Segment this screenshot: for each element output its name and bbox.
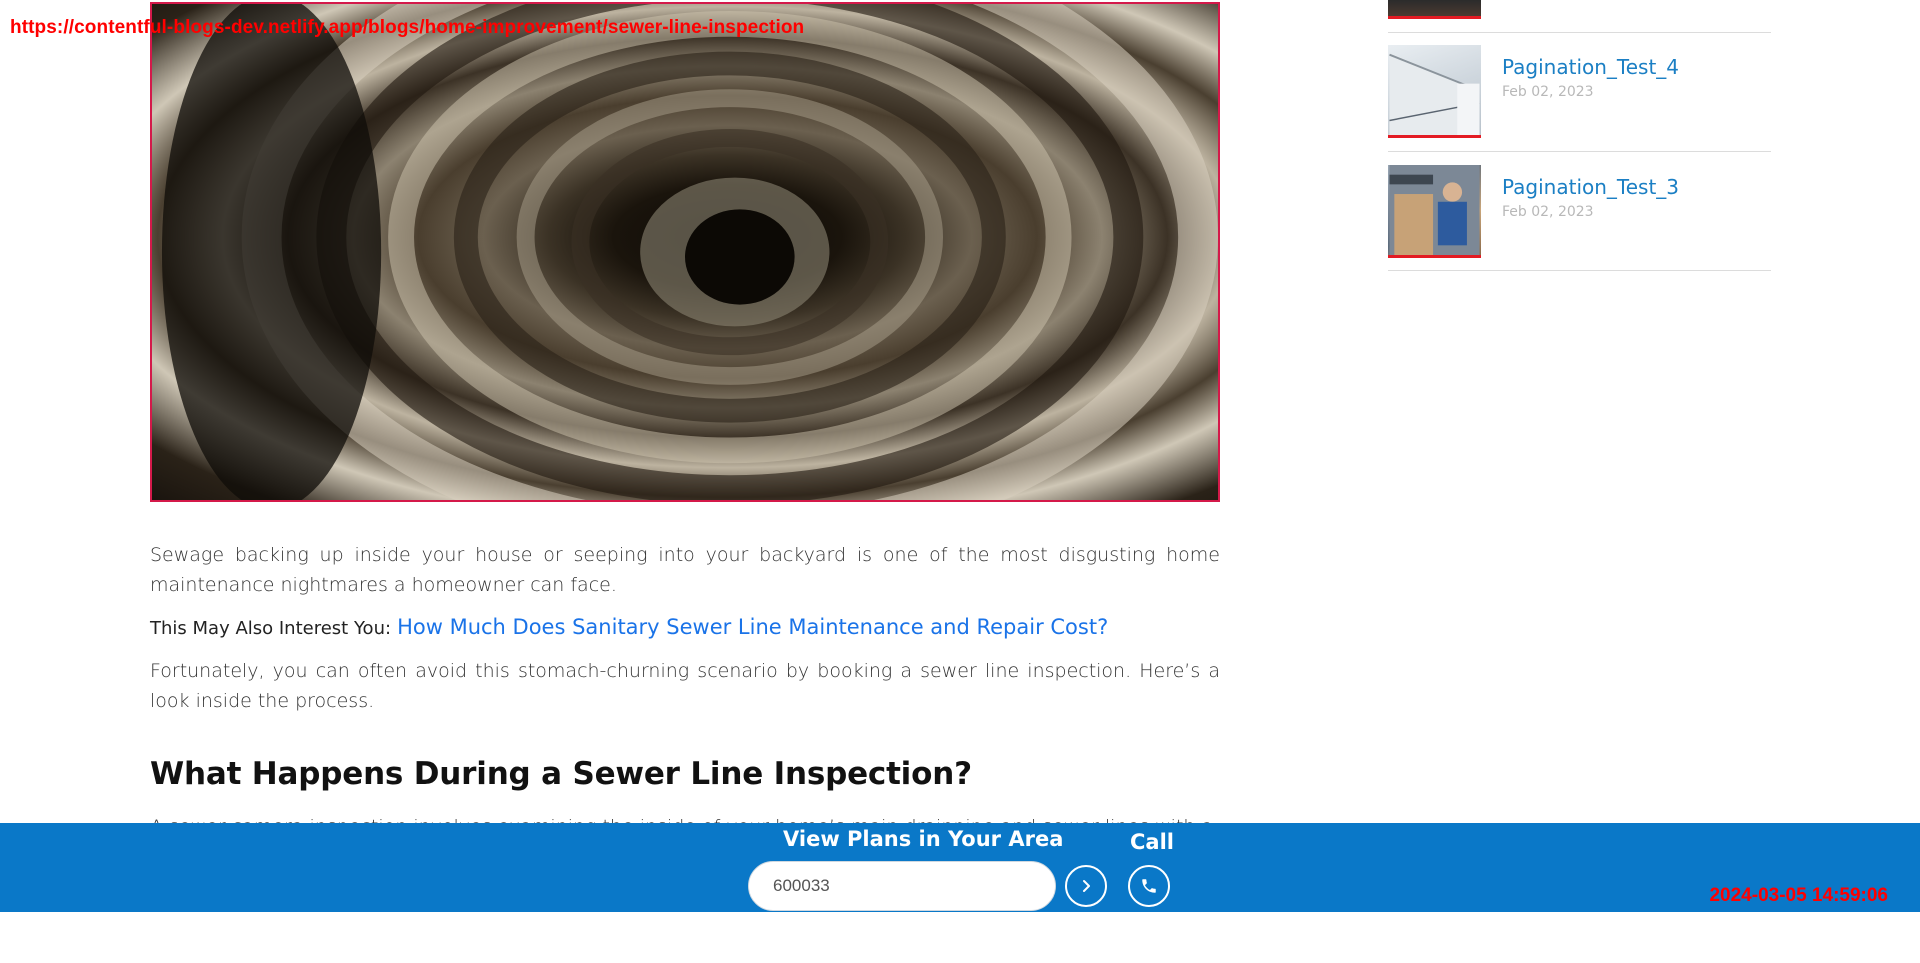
timestamp-overlay: 2024-03-05 14:59:06 bbox=[1709, 885, 1888, 906]
sidebar-divider bbox=[1388, 32, 1771, 33]
sidebar-thumbnail[interactable] bbox=[1388, 45, 1481, 138]
sidebar-item-date: Feb 02, 2023 bbox=[1502, 84, 1594, 100]
roof-image bbox=[1389, 52, 1480, 135]
call-button[interactable] bbox=[1128, 865, 1170, 907]
related-article-link[interactable]: How Much Does Sanitary Sewer Line Mainte… bbox=[397, 615, 1108, 639]
zip-code-input[interactable] bbox=[748, 861, 1056, 911]
sidebar-item-pagination-test-3[interactable]: Pagination_Test_3 Feb 02, 2023 bbox=[1388, 165, 1771, 261]
view-plans-title: View Plans in Your Area bbox=[783, 827, 1064, 851]
sidebar-thumbnail-partial[interactable] bbox=[1388, 0, 1481, 19]
view-plans-bar: View Plans in Your Area Call bbox=[0, 823, 1920, 912]
sidebar-item-pagination-test-4[interactable]: Pagination_Test_4 Feb 02, 2023 bbox=[1388, 45, 1771, 141]
section-heading: What Happens During a Sewer Line Inspect… bbox=[150, 756, 972, 792]
sewer-pipe-image bbox=[161, 4, 1218, 500]
sidebar-item-title[interactable]: Pagination_Test_4 bbox=[1502, 55, 1679, 79]
hero-image bbox=[150, 2, 1220, 502]
chevron-right-icon bbox=[1083, 880, 1090, 892]
intro-paragraph: Sewage backing up inside your house or s… bbox=[150, 544, 1220, 596]
article: Sewage backing up inside your house or s… bbox=[150, 0, 1220, 842]
worker-image bbox=[1389, 165, 1480, 255]
related-label: This May Also Interest You: bbox=[150, 618, 392, 639]
url-overlay: https://contentful-blogs-dev.netlify.app… bbox=[10, 17, 805, 38]
sidebar-item-title[interactable]: Pagination_Test_3 bbox=[1502, 175, 1679, 199]
sidebar-divider bbox=[1388, 270, 1771, 271]
view-plans-go-button[interactable] bbox=[1065, 865, 1107, 907]
second-paragraph: Fortunately, you can often avoid this st… bbox=[150, 660, 1220, 712]
sidebar-thumbnail[interactable] bbox=[1388, 165, 1481, 258]
sidebar-item-date: Feb 02, 2023 bbox=[1502, 204, 1594, 220]
related-article: This May Also Interest You: How Much Doe… bbox=[150, 612, 1220, 644]
phone-icon bbox=[1142, 879, 1156, 893]
sidebar-divider bbox=[1388, 151, 1771, 152]
call-label: Call bbox=[1130, 830, 1174, 854]
